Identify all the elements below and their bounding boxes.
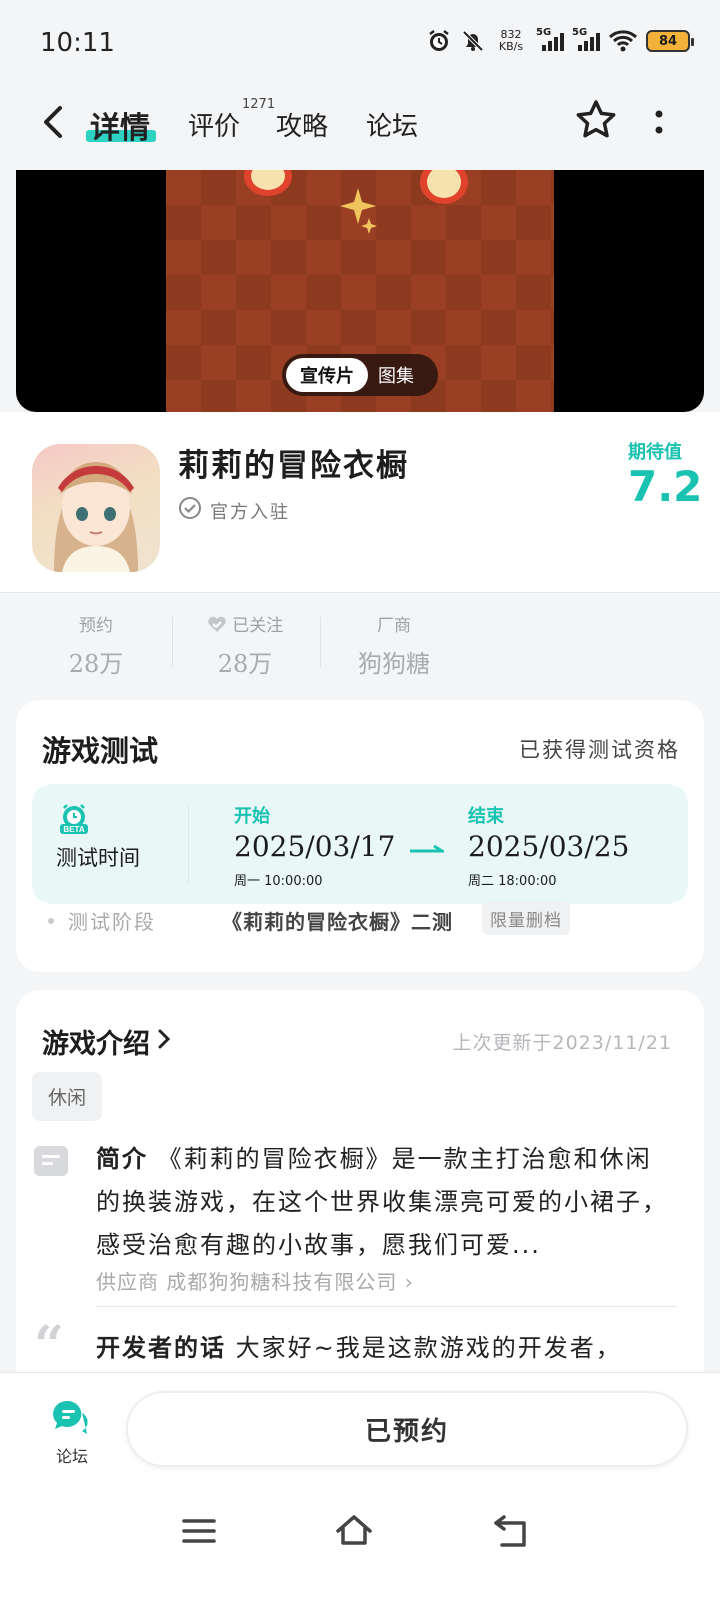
sim2-signal-icon: 5G bbox=[572, 27, 600, 53]
svg-text:BETA: BETA bbox=[63, 825, 84, 834]
sim1-signal-icon: 5G bbox=[536, 27, 564, 53]
end-label: 结束 bbox=[468, 806, 504, 827]
expectation-label: 期待值 bbox=[628, 442, 682, 463]
media-toggle: 宣传片 图集 bbox=[282, 354, 438, 396]
promo-media[interactable]: 宣传片 图集 bbox=[16, 170, 704, 412]
genre-tag[interactable]: 休闲 bbox=[32, 1072, 103, 1121]
stat-followers[interactable]: 已关注 28万 bbox=[200, 611, 290, 679]
chat-bubble-icon bbox=[52, 1400, 92, 1439]
check-circle-icon bbox=[178, 496, 202, 525]
stats-row: 预约 28万 已关注 28万 厂商 狗狗糖 bbox=[0, 592, 720, 684]
document-icon bbox=[34, 1146, 68, 1176]
game-app-icon bbox=[32, 444, 160, 572]
test-time-label: 测试时间 bbox=[56, 846, 140, 870]
test-stage-tag: 限量删档 bbox=[482, 902, 570, 935]
supplier-link[interactable]: 供应商 成都狗狗糖科技有限公司 › bbox=[96, 1266, 414, 1295]
end-date: 2025/03/25 bbox=[468, 830, 630, 863]
last-updated: 上次更新于2023/11/21 bbox=[452, 1032, 672, 1054]
game-title: 莉莉的冒险衣橱 bbox=[178, 448, 409, 484]
tab-forum[interactable]: 论坛 bbox=[366, 106, 418, 143]
menu-icon[interactable] bbox=[180, 1513, 220, 1549]
stat-divider bbox=[172, 617, 173, 667]
chevron-right-icon bbox=[156, 1026, 172, 1057]
alarm-icon bbox=[426, 28, 452, 54]
more-options-icon[interactable] bbox=[652, 106, 666, 138]
home-icon[interactable] bbox=[334, 1513, 374, 1549]
divider bbox=[96, 1306, 676, 1307]
game-test-card: 游戏测试 已获得测试资格 BETA 测试时间 开始 2025/03/17 周一 … bbox=[16, 700, 704, 972]
reserved-button[interactable]: 已预约 bbox=[126, 1391, 688, 1467]
stat-reservations: 预约 28万 bbox=[68, 616, 124, 678]
official-badge: 官方入驻 bbox=[178, 496, 290, 525]
end-time: 周二 18:00:00 bbox=[468, 874, 557, 889]
clock: 10:11 bbox=[40, 28, 115, 58]
reviews-count-badge: 1271 bbox=[242, 97, 276, 112]
battery-icon: 84 bbox=[646, 30, 694, 52]
bullet-dot bbox=[48, 918, 54, 924]
gallery-tab[interactable]: 图集 bbox=[378, 362, 414, 388]
arrow-right-icon bbox=[410, 840, 448, 853]
intro-section-title[interactable]: 游戏介绍 bbox=[42, 1022, 172, 1061]
beta-timer-icon: BETA bbox=[58, 802, 90, 834]
game-header: 莉莉的冒险衣橱 官方入驻 期待值 7.2 bbox=[0, 412, 720, 592]
start-date: 2025/03/17 bbox=[234, 830, 396, 863]
back-arrow-icon[interactable] bbox=[36, 104, 72, 140]
promo-video-tab[interactable]: 宣传片 bbox=[286, 358, 368, 392]
test-qualification-status: 已获得测试资格 bbox=[519, 738, 680, 762]
expectation-score: 7.2 bbox=[628, 462, 703, 511]
tab-guides[interactable]: 攻略 bbox=[276, 106, 328, 143]
quote-icon: “ bbox=[34, 1315, 64, 1376]
developer-words[interactable]: 开发者的话 大家好~我是这款游戏的开发者， bbox=[96, 1328, 676, 1363]
start-time: 周一 10:00:00 bbox=[234, 874, 323, 889]
wifi-icon bbox=[608, 29, 638, 53]
game-description[interactable]: 简介 《莉莉的冒险衣橱》是一款主打治愈和休闲的换装游戏，在这个世界收集漂亮可爱的… bbox=[96, 1138, 676, 1267]
favorite-star-icon[interactable] bbox=[574, 98, 618, 142]
forum-button[interactable]: 论坛 bbox=[44, 1399, 100, 1471]
tab-details[interactable]: 详情 bbox=[90, 103, 150, 147]
test-time-box: BETA 测试时间 开始 2025/03/17 周一 10:00:00 结束 2… bbox=[32, 784, 688, 904]
back-icon[interactable] bbox=[492, 1513, 532, 1549]
status-bar: 10:11 832 KB/s 5G 5G 84 bbox=[0, 0, 720, 88]
heart-check-icon bbox=[207, 616, 232, 636]
net-speed: 832 KB/s bbox=[498, 28, 524, 53]
bottom-action-bar: 论坛 已预约 bbox=[0, 1372, 720, 1600]
test-stage-value: 《莉莉的冒险衣橱》二测 bbox=[222, 910, 453, 934]
stat-developer[interactable]: 厂商 狗狗糖 bbox=[344, 611, 444, 679]
test-section-title: 游戏测试 bbox=[42, 734, 159, 768]
divider bbox=[188, 806, 189, 884]
top-nav: 详情 评价 1271 攻略 论坛 bbox=[0, 88, 720, 168]
mute-bell-icon bbox=[460, 28, 486, 54]
system-nav-bar bbox=[0, 1503, 720, 1563]
test-stage-label: 测试阶段 bbox=[68, 910, 156, 934]
start-label: 开始 bbox=[234, 806, 270, 827]
status-icons: 832 KB/s 5G 5G 84 bbox=[426, 27, 694, 54]
tab-reviews[interactable]: 评价 bbox=[188, 106, 240, 143]
stat-divider bbox=[320, 617, 321, 667]
